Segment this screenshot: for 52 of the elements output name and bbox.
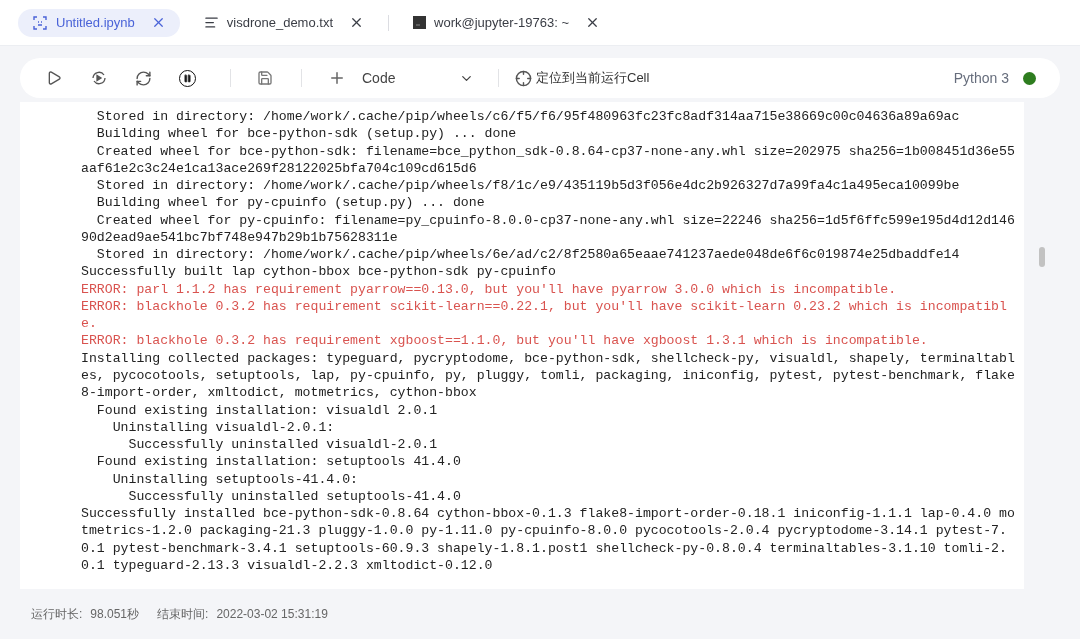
output-line: Found existing installation: visualdl 2.0.1 xyxy=(95,401,438,419)
output-line: Successfully uninstalled visualdl-2.0.1 xyxy=(127,436,438,454)
close-icon[interactable] xyxy=(349,15,364,30)
run-icon[interactable] xyxy=(46,70,62,86)
notebook-icon xyxy=(32,14,48,31)
error-line: ERROR: blackhole 0.3.2 has requirement xgboost==1.1.0, but you'll have xgboost 1.3.1 which is incompatible. xyxy=(81,332,928,350)
output-line: 8-import-order, xmltodict, motmetrics, cython-bbox xyxy=(81,384,477,402)
output-line: Uninstalling visualdl-2.0.1: xyxy=(111,418,335,437)
error-line: ERROR: blackhole 0.3.2 has requirement scikit-learn==0.22.1, but you'll have scikit-learn 0.23.2 which is incompatibl xyxy=(81,297,1007,316)
tab[interactable]: visdrone_demo.txt xyxy=(189,8,378,37)
close-icon[interactable] xyxy=(585,15,600,30)
text-file-icon xyxy=(203,15,219,30)
save-icon[interactable] xyxy=(257,70,273,86)
duration-value: 98.051秒 xyxy=(90,606,140,623)
cell-type-dropdown[interactable]: Code xyxy=(362,67,474,89)
end-time-value: 2022-03-02 15:31:19 xyxy=(216,606,328,623)
output-line: Successfully uninstalled setuptools-41.4.0 xyxy=(127,487,461,506)
output-line: Installing collected packages: typeguard, pycryptodome, bce-python-sdk, shellcheck-py, visualdl, shapely, terminaltabl xyxy=(81,349,1015,367)
tab-label[interactable]: visdrone_demo.txt xyxy=(226,12,333,33)
tab-label[interactable]: work@jupyter-19763: ~ xyxy=(434,12,569,33)
kernel-name: Python 3 xyxy=(953,68,1009,88)
output-line: Successfully built lap cython-bbox bce-python-sdk py-cpuinfo xyxy=(81,263,556,281)
output-line: Created wheel for bce-python-sdk: filename=bce_python_sdk-0.8.64-cp37-none-any.whl size=202975 sha256=1b008451d36e55 xyxy=(95,142,1015,160)
output-line: 0.1 typeguard-2.13.3 visualdl-2.2.3 xmltodict-0.12.0 xyxy=(81,556,493,575)
error-line: e. xyxy=(81,315,97,333)
output-line: Stored in directory: /home/work/.cache/pip/wheels/f8/1c/e9/435119b5d3f056e4dc2b926327d7a99fa4c1a495eca10099be xyxy=(95,177,960,195)
refresh-icon[interactable] xyxy=(135,69,152,87)
terminal-icon xyxy=(413,16,426,29)
output-line: Created wheel for py-cpuinfo: filename=py_cpuinfo-8.0.0-cp37-none-any.whl size=22246 sha256=1d5f6ffc599e195d4d12d146 xyxy=(95,211,1015,229)
tab[interactable]: Untitled.ipynb xyxy=(18,8,180,37)
output-line: Building wheel for py-cpuinfo (setup.py) ... done xyxy=(95,194,485,212)
tab-label[interactable]: Untitled.ipynb xyxy=(56,12,135,33)
output-line: Stored in directory: /home/work/.cache/pip/wheels/c6/f5/f6/95f480963fc23fc8adf314aa715e38669c00c04636a89a69ac xyxy=(95,108,960,126)
locate-running-cell-button[interactable]: 定位到当前运行Cell xyxy=(515,68,650,88)
output-line: 0.1 pytest-benchmark-3.4.1 setuptools-60.9.3 shapely-1.8.1.post1 shellcheck-py-0.8.0.4 terminaltables-3.1.10 tomli-2. xyxy=(81,539,1007,557)
end-time-label: 结束时间: xyxy=(157,606,209,623)
output-line: tmetrics-1.2.0 packaging-21.3 pluggy-1.0.0 py-1.11.0 py-cpuinfo-8.0.0 pycocotools-2.0.4 pycryptodome-3.14.1 pytest-7. xyxy=(81,522,1007,540)
output-line: es, pycocotools, setuptools, lap, py-cpuinfo, py, pluggy, tomli, packaging, iniconfig, pytest, pytest-benchmark, flake xyxy=(81,367,1015,385)
output-line: Building wheel for bce-python-sdk (setup.py) ... done xyxy=(95,125,517,143)
crosshair-icon[interactable] xyxy=(515,69,532,87)
output-line: Uninstalling setuptools-41.4.0: xyxy=(111,470,358,488)
output-line: Found existing installation: setuptools 41.4.0 xyxy=(95,453,461,471)
tab[interactable]: work@jupyter-19763: ~ xyxy=(399,8,614,37)
error-line: ERROR: parl 1.1.2 has requirement pyarrow==0.13.0, but you'll have pyarrow 3.0.0 which is incompatible. xyxy=(81,280,897,298)
output-line: Stored in directory: /home/work/.cache/pip/wheels/6e/ad/c2/8f2580a65eaae741237aede048de6f6c019874e25dbaddfe14 xyxy=(95,246,960,264)
scrollbar-thumb[interactable] xyxy=(1039,247,1045,267)
duration-label: 运行时长: xyxy=(31,606,83,623)
output-line: aaf61e2c3c24e1ca13ace269f28122025bfa704c109cd615d6 xyxy=(81,159,477,178)
add-cell-icon[interactable] xyxy=(328,69,346,87)
output-line: Successfully installed bce-python-sdk-0.8.64 cython-bbox-0.1.3 flake8-import-order-0.18.1 iniconfig-1.1.1 lap-0.4.0 mo xyxy=(81,505,1015,523)
output-line: 90d2ead9ae541bc7bf748e947b29b1b75628311e xyxy=(81,228,398,247)
restart-run-icon[interactable] xyxy=(90,69,108,87)
